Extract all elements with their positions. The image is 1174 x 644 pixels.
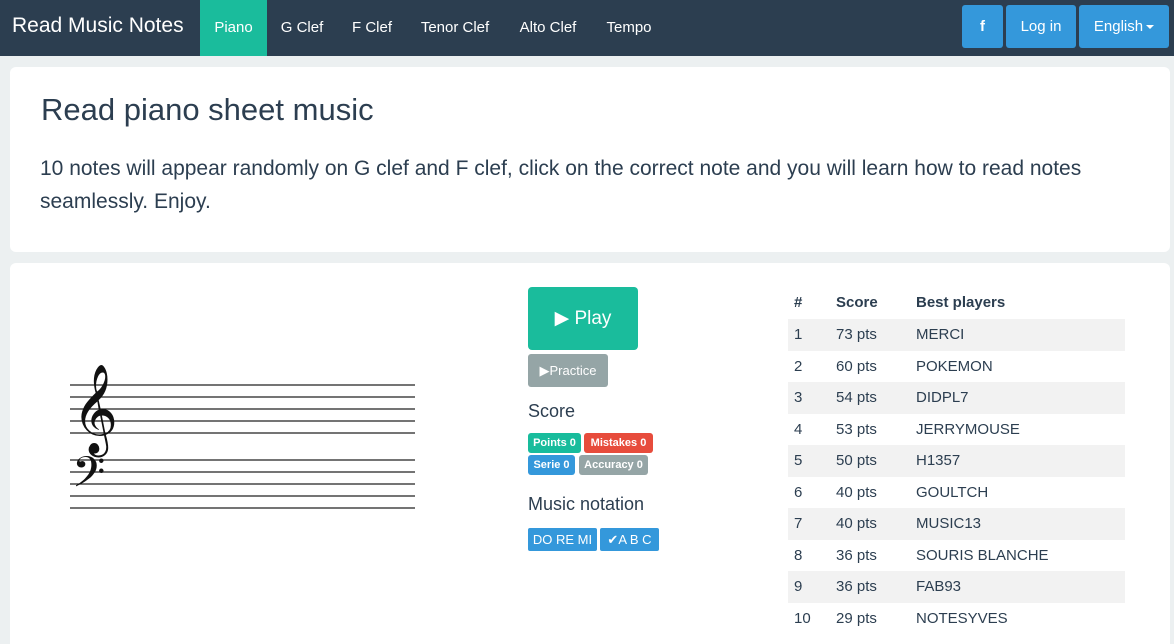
score-cell: 53 pts [836, 420, 877, 438]
grand-staff: 𝄞 𝄢 [70, 365, 415, 509]
score-cell: 50 pts [830, 445, 910, 477]
score-cell: 60 pts [836, 357, 877, 375]
brand-link[interactable]: Read Music Notes [12, 14, 184, 38]
rank-cell: 5 [788, 445, 830, 477]
nav-tenor-clef[interactable]: Tenor Clef [407, 0, 503, 56]
player-cell: POKEMON [916, 357, 993, 375]
language-dropdown[interactable]: English [1079, 5, 1169, 48]
table-row: 8 36 pts SOURIS BLANCHE [788, 540, 1125, 572]
player-cell: FAB93 [910, 571, 1125, 603]
rank-header: # [794, 294, 803, 311]
leaderboard-table: # Score Best players 1 73 pts MERCI 2 60… [788, 286, 1125, 634]
treble-staff [70, 384, 415, 434]
language-label: English [1093, 18, 1144, 35]
nav-piano[interactable]: Piano [200, 0, 267, 56]
mistakes-badge: Mistakes 0 [584, 433, 653, 453]
player-cell: NOTESYVES [916, 609, 1008, 627]
serie-badge: Serie 0 [528, 455, 575, 475]
navbar: Read Music Notes Piano G Clef F Clef Ten… [0, 0, 1174, 56]
player-cell: DIDPL7 [910, 382, 1125, 414]
players-header: Best players [916, 294, 1006, 311]
table-row: 7 40 pts MUSIC13 [788, 508, 1125, 540]
intro-text: 10 notes will appear randomly on G clef … [40, 157, 1082, 213]
rank-cell: 2 [794, 357, 803, 375]
rank-cell: 7 [788, 508, 830, 540]
notation-heading: Music notation [528, 494, 645, 514]
page-title: Read piano sheet music [41, 92, 374, 127]
rank-cell: 1 [788, 319, 830, 351]
score-cell: 36 pts [830, 571, 910, 603]
nav-tempo[interactable]: Tempo [593, 0, 665, 56]
notation-abc-button[interactable]: ✔A B C [600, 528, 659, 551]
nav-alto-clef[interactable]: Alto Clef [503, 0, 593, 56]
notation-doremi-button[interactable]: DO RE MI [528, 528, 597, 551]
score-header: Score [836, 294, 878, 311]
rank-cell: 9 [788, 571, 830, 603]
accuracy-badge: Accuracy 0 [579, 455, 648, 475]
rank-cell: 3 [788, 382, 830, 414]
treble-clef-icon: 𝄞 [72, 365, 118, 458]
facebook-button[interactable]: f [962, 5, 1003, 48]
player-cell: SOURIS BLANCHE [916, 546, 1049, 564]
score-cell: 40 pts [830, 508, 910, 540]
caret-down-icon [1146, 25, 1155, 30]
nav-f-clef[interactable]: F Clef [337, 0, 407, 56]
table-row: 6 40 pts GOULTCH [788, 477, 1125, 509]
play-button[interactable]: ▶ Play [528, 287, 638, 350]
score-cell: 54 pts [830, 382, 910, 414]
rank-cell: 8 [794, 546, 803, 564]
player-cell: MUSIC13 [910, 508, 1125, 540]
player-cell: GOULTCH [916, 483, 989, 501]
score-cell: 29 pts [836, 609, 877, 627]
table-row: 4 53 pts JERRYMOUSE [788, 414, 1125, 446]
player-cell: MERCI [910, 319, 1125, 351]
player-cell: JERRYMOUSE [916, 420, 1020, 438]
table-row: 2 60 pts POKEMON [788, 351, 1125, 383]
table-row: 1 73 pts MERCI [788, 319, 1125, 351]
rank-cell: 10 [794, 609, 811, 627]
bass-clef-icon: 𝄢 [72, 448, 105, 508]
bass-staff [70, 459, 415, 509]
player-cell: H1357 [910, 445, 1125, 477]
table-row: 5 50 pts H1357 [788, 445, 1125, 477]
score-heading: Score [528, 401, 576, 421]
login-button[interactable]: Log in [1006, 5, 1076, 48]
score-cell: 40 pts [836, 483, 877, 501]
practice-button[interactable]: ▶Practice [528, 354, 608, 387]
score-cell: 36 pts [836, 546, 877, 564]
rank-cell: 6 [794, 483, 803, 501]
nav-g-clef[interactable]: G Clef [267, 0, 337, 56]
points-badge: Points 0 [528, 433, 581, 453]
facebook-icon: f [980, 18, 985, 35]
leaderboard-header: # Score Best players [788, 286, 1125, 319]
table-row: 9 36 pts FAB93 [788, 571, 1125, 603]
rank-cell: 4 [794, 420, 803, 438]
score-cell: 73 pts [830, 319, 910, 351]
table-row: 10 29 pts NOTESYVES [788, 603, 1125, 635]
table-row: 3 54 pts DIDPL7 [788, 382, 1125, 414]
